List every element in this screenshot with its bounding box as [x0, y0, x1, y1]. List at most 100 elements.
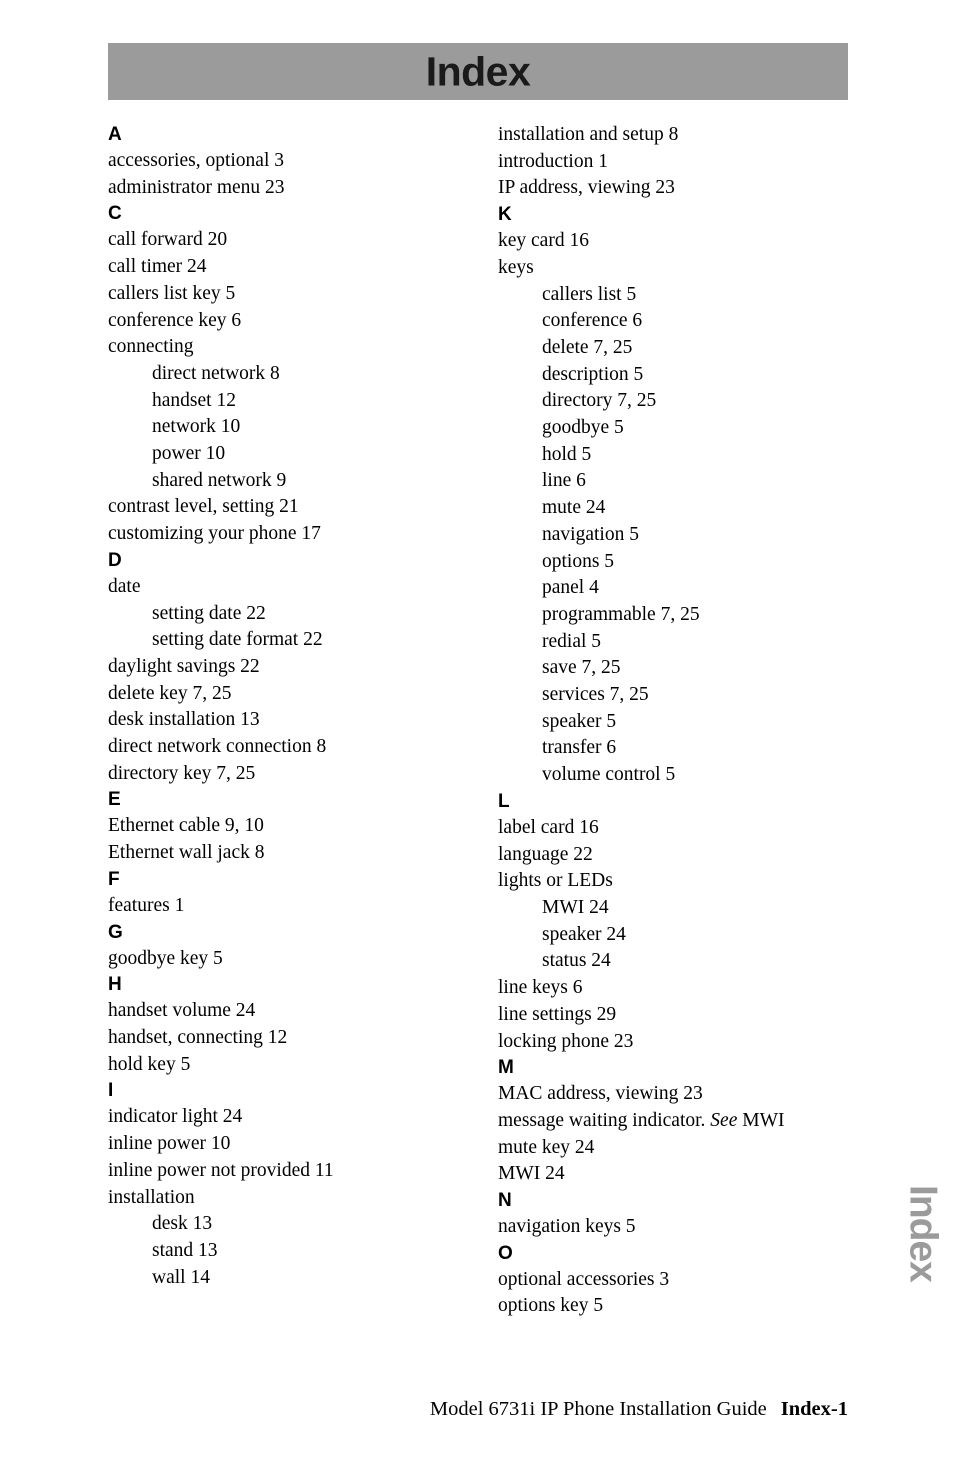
section-letter: L [498, 790, 510, 812]
index-entry[interactable]: transfer 6 [498, 735, 848, 762]
index-entry[interactable]: power 10 [108, 441, 458, 468]
section-letter: F [108, 868, 120, 890]
index-entry[interactable]: setting date 22 [108, 601, 458, 628]
index-entry[interactable]: delete key 7, 25 [108, 681, 458, 708]
index-entry[interactable]: directory key 7, 25 [108, 761, 458, 788]
footer-page-number: Index-1 [780, 1398, 848, 1420]
index-entry[interactable]: speaker 5 [498, 709, 848, 736]
footer-guide-title: Model 6731i IP Phone Installation Guide [429, 1398, 767, 1420]
page-footer: Model 6731i IP Phone Installation Guide I… [108, 1398, 848, 1421]
index-entry[interactable]: administrator menu 23 [108, 175, 458, 202]
index-entry[interactable]: Ethernet cable 9, 10 [108, 813, 458, 840]
index-entry[interactable]: contrast level, setting 21 [108, 494, 458, 521]
index-entry[interactable]: installation [108, 1185, 458, 1212]
index-entry[interactable]: accessories, optional 3 [108, 148, 458, 175]
index-entry[interactable]: programmable 7, 25 [498, 602, 848, 629]
section-letter: D [108, 549, 122, 571]
index-entry[interactable]: call forward 20 [108, 227, 458, 254]
index-entry[interactable]: setting date format 22 [108, 627, 458, 654]
index-entry-target: MWI [737, 1109, 785, 1131]
index-entry[interactable]: indicator light 24 [108, 1104, 458, 1131]
index-entry[interactable]: options 5 [498, 549, 848, 576]
index-entry[interactable]: inline power 10 [108, 1131, 458, 1158]
section-letter: A [108, 124, 122, 145]
index-entry[interactable]: line 6 [498, 468, 848, 495]
index-entry[interactable]: language 22 [498, 842, 848, 869]
index-entry[interactable]: hold 5 [498, 442, 848, 469]
index-entry[interactable]: message waiting indicator. See MWI [498, 1108, 848, 1135]
index-entry[interactable]: features 1 [108, 893, 458, 920]
index-entry[interactable]: conference key 6 [108, 308, 458, 335]
index-entry[interactable]: handset, connecting 12 [108, 1025, 458, 1052]
index-entry[interactable]: daylight savings 22 [108, 654, 458, 681]
side-tab-label: Index [901, 1185, 945, 1282]
index-entry[interactable]: shared network 9 [108, 468, 458, 495]
index-entry[interactable]: navigation keys 5 [498, 1214, 848, 1241]
index-entry[interactable]: key card 16 [498, 228, 848, 255]
index-entry[interactable]: inline power not provided 11 [108, 1158, 458, 1185]
index-entry[interactable]: MWI 24 [498, 895, 848, 922]
page-title: Index [425, 48, 531, 94]
index-entry[interactable]: hold key 5 [108, 1052, 458, 1079]
index-entry[interactable]: goodbye 5 [498, 415, 848, 442]
index-column-right: installation and setup 8 introduction 1 IP… [498, 122, 848, 1320]
index-entry[interactable]: options key 5 [498, 1293, 848, 1320]
index-entry[interactable]: services 7, 25 [498, 682, 848, 709]
index-entry[interactable]: directory 7, 25 [498, 388, 848, 415]
index-entry[interactable]: call timer 24 [108, 254, 458, 281]
side-tab: Index [900, 1185, 946, 1365]
index-entry[interactable]: save 7, 25 [498, 655, 848, 682]
index-entry[interactable]: MWI 24 [498, 1161, 848, 1188]
index-entry[interactable]: speaker 24 [498, 922, 848, 949]
index-entry[interactable]: desk 13 [108, 1211, 458, 1238]
index-entry[interactable]: callers list key 5 [108, 281, 458, 308]
index-entry[interactable]: conference 6 [498, 308, 848, 335]
index-entry[interactable]: goodbye key 5 [108, 946, 458, 973]
index-entry[interactable]: status 24 [498, 948, 848, 975]
index-column-left: Aaccessories, optional 3 administrator me… [108, 122, 458, 1291]
index-entry[interactable]: connecting [108, 334, 458, 361]
index-entry[interactable]: lights or LEDs [498, 868, 848, 895]
index-entry[interactable]: volume control 5 [498, 762, 848, 789]
index-entry[interactable]: MAC address, viewing 23 [498, 1081, 848, 1108]
index-entry[interactable]: line settings 29 [498, 1002, 848, 1029]
section-letter: K [498, 204, 512, 226]
index-entry[interactable]: optional accessories 3 [498, 1267, 848, 1294]
index-entry[interactable]: date [108, 574, 458, 601]
section-letter: O [498, 1242, 513, 1264]
index-entry[interactable]: panel 4 [498, 575, 848, 602]
index-entry[interactable]: IP address, viewing 23 [498, 175, 848, 202]
index-entry[interactable]: keys [498, 255, 848, 282]
index-entry[interactable]: description 5 [498, 362, 848, 389]
index-entry[interactable]: callers list 5 [498, 282, 848, 309]
index-entry[interactable]: customizing your phone 17 [108, 521, 458, 548]
index-entry-text: message waiting indicator. [498, 1109, 711, 1131]
index-entry[interactable]: locking phone 23 [498, 1029, 848, 1056]
page-header-band: Index [108, 43, 848, 100]
index-entry[interactable]: network 10 [108, 414, 458, 441]
section-letter: C [108, 203, 122, 225]
index-entry[interactable]: delete 7, 25 [498, 335, 848, 362]
index-entry[interactable]: mute 24 [498, 495, 848, 522]
index-entry[interactable]: handset 12 [108, 388, 458, 415]
index-entry[interactable]: stand 13 [108, 1238, 458, 1265]
index-entry[interactable]: desk installation 13 [108, 707, 458, 734]
section-letter: E [108, 789, 121, 811]
index-entry-see-reference: See [710, 1109, 738, 1131]
section-letter: N [498, 1190, 512, 1212]
index-entry[interactable]: introduction 1 [498, 149, 848, 176]
index-entry[interactable]: handset volume 24 [108, 998, 458, 1025]
index-entry[interactable]: redial 5 [498, 629, 848, 656]
index-entry[interactable]: wall 14 [108, 1265, 458, 1292]
index-entry[interactable]: label card 16 [498, 815, 848, 842]
index-entry[interactable]: direct network 8 [108, 361, 458, 388]
index-entry[interactable]: navigation 5 [498, 522, 848, 549]
index-entry[interactable]: line keys 6 [498, 975, 848, 1002]
index-entry[interactable]: mute key 24 [498, 1135, 848, 1162]
section-letter: G [108, 921, 123, 943]
section-letter: H [108, 974, 122, 996]
index-entry[interactable]: Ethernet wall jack 8 [108, 840, 458, 867]
section-letter: M [498, 1057, 514, 1079]
index-entry[interactable]: installation and setup 8 [498, 122, 848, 149]
index-entry[interactable]: direct network connection 8 [108, 734, 458, 761]
